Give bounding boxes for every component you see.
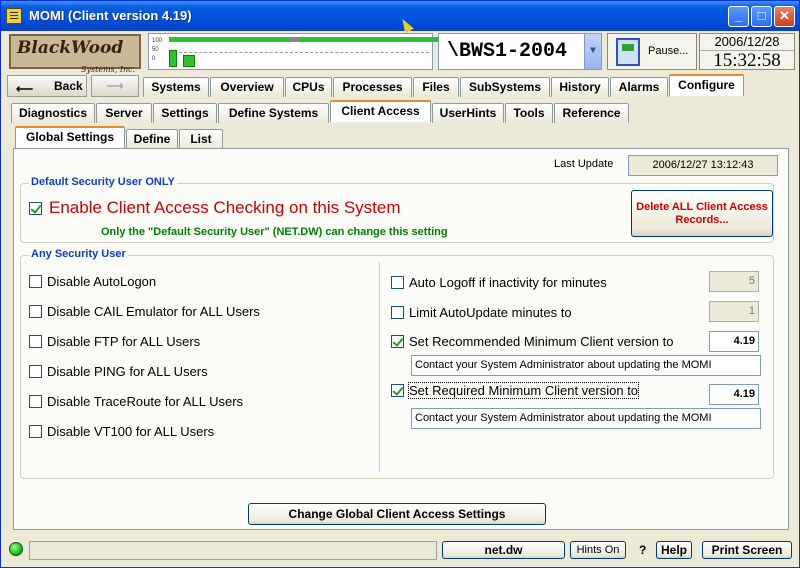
tab-processes[interactable]: Processes [333,77,412,97]
hints-toggle[interactable]: Hints On [570,541,626,559]
auto-logoff-checkbox[interactable]: Auto Logoff if inactivity for minutes [391,275,607,290]
limit-autoupdate-checkbox[interactable]: Limit AutoUpdate minutes to [391,305,572,320]
clock: 2006/12/28 15:32:58 [699,33,795,70]
checkbox-box[interactable] [391,335,404,348]
disable-vt100-checkbox[interactable]: Disable VT100 for ALL Users [29,424,214,439]
server-name: \BWS1-2004 [447,40,568,63]
last-update-label: Last Update [554,158,614,170]
tab-client-access[interactable]: Client Access [330,100,431,122]
auto-logoff-minutes-input[interactable]: 5 [709,271,759,292]
checkbox-box[interactable] [391,306,404,319]
tab-global-settings[interactable]: Global Settings [15,126,125,148]
forward-arrow-icon: ⟶ [106,79,124,93]
graph-bar-top [169,37,439,42]
maximize-button[interactable]: □ [751,6,772,27]
window-title: MOMI (Client version 4.19) [29,8,192,23]
app-icon [6,8,22,24]
graph-baseline [169,52,429,53]
help-button[interactable]: Help [656,541,692,559]
title-bar[interactable]: MOMI (Client version 4.19) _ □ ✕ [1,1,799,31]
status-led-icon [9,542,23,556]
enable-client-access-checkbox[interactable]: Enable Client Access Checking on this Sy… [29,199,401,217]
tab-subsystems[interactable]: SubSystems [460,77,550,97]
disable-cail-checkbox[interactable]: Disable CAIL Emulator for ALL Users [29,304,260,319]
checkbox-box[interactable] [29,335,42,348]
blackwood-logo: BlackWood Systems, Inc. [9,34,141,74]
graph-marker [289,37,299,42]
checkbox-box[interactable] [29,395,42,408]
checkbox-box[interactable] [29,275,42,288]
clock-date: 2006/12/28 [700,34,794,51]
checkbox-box[interactable] [29,425,42,438]
graph-bar [169,50,177,67]
server-selector[interactable]: \BWS1-2004 ▼ [438,33,602,70]
graph-bar [183,55,195,67]
tab-overview[interactable]: Overview [210,77,284,97]
forward-button[interactable]: ⟶ [91,75,139,97]
tab-files[interactable]: Files [413,77,459,97]
delete-all-records-button[interactable]: Delete ALL Client Access Records... [631,190,773,237]
print-screen-button[interactable]: Print Screen [702,541,792,559]
checkbox-box[interactable] [391,384,404,397]
recommended-version-checkbox[interactable]: Set Recommended Minimum Client version t… [391,334,673,349]
pause-button[interactable]: Pause... [607,33,697,70]
minimize-button[interactable]: _ [728,6,749,27]
clock-time: 15:32:58 [713,50,781,71]
any-security-group: Any Security User Disable AutoLogon Disa… [20,248,774,479]
default-security-legend: Default Security User ONLY [29,176,177,188]
pause-label: Pause... [648,45,689,57]
tab-define[interactable]: Define [126,129,178,149]
recommended-version-input[interactable]: 4.19 [709,331,759,352]
change-settings-button[interactable]: Change Global Client Access Settings [248,503,546,525]
checkbox-box[interactable] [29,202,42,215]
required-message-input[interactable]: Contact your System Administrator about … [411,408,761,429]
tab-alarms[interactable]: Alarms [610,77,668,97]
tab-cpus[interactable]: CPUs [285,77,332,97]
tab-define-systems[interactable]: Define Systems [218,103,329,123]
tab-configure[interactable]: Configure [669,74,744,96]
tab-tools[interactable]: Tools [505,103,553,123]
disable-ping-checkbox[interactable]: Disable PING for ALL Users [29,364,208,379]
tab-reference[interactable]: Reference [554,103,629,123]
disable-traceroute-checkbox[interactable]: Disable TraceRoute for ALL Users [29,394,243,409]
disable-autologon-checkbox[interactable]: Disable AutoLogon [29,274,156,289]
tab-list[interactable]: List [179,129,223,149]
back-button[interactable]: ⟵ Back [7,75,87,97]
default-user-note: Only the "Default Security User" (NET.DW… [101,226,448,238]
global-settings-panel: Last Update 2006/12/27 13:12:43 Default … [13,148,789,530]
autoupdate-minutes-input[interactable]: 1 [709,301,759,322]
default-security-group: Default Security User ONLY Enable Client… [20,176,774,243]
chevron-down-icon[interactable]: ▼ [584,34,601,69]
last-update-value: 2006/12/27 13:12:43 [628,155,778,176]
tab-settings[interactable]: Settings [153,103,217,123]
checkbox-box[interactable] [29,365,42,378]
help-question-icon[interactable]: ? [639,543,646,557]
main-window: MOMI (Client version 4.19) _ □ ✕ BlackWo… [0,0,800,568]
user-button[interactable]: net.dw [442,541,565,559]
required-version-input[interactable]: 4.19 [709,384,759,405]
close-button[interactable]: ✕ [774,6,795,27]
activity-graph: 100 50 0 [148,33,439,70]
disable-ftp-checkbox[interactable]: Disable FTP for ALL Users [29,334,200,349]
tab-server[interactable]: Server [96,103,152,123]
graph-scale: 100 50 0 [152,38,163,62]
network-computer-icon [616,38,640,66]
recommended-message-input[interactable]: Contact your System Administrator about … [411,355,761,376]
tab-systems[interactable]: Systems [143,77,209,97]
tab-history[interactable]: History [551,77,609,97]
checkbox-box[interactable] [391,276,404,289]
required-version-checkbox[interactable]: Set Required Minimum Client version to [391,382,640,399]
status-message-bar [29,541,437,560]
back-arrow-icon: ⟵ [16,82,34,96]
tab-userhints[interactable]: UserHints [432,103,504,123]
tab-diagnostics[interactable]: Diagnostics [11,103,95,123]
any-security-legend: Any Security User [29,248,128,260]
group-divider [379,262,380,472]
checkbox-box[interactable] [29,305,42,318]
